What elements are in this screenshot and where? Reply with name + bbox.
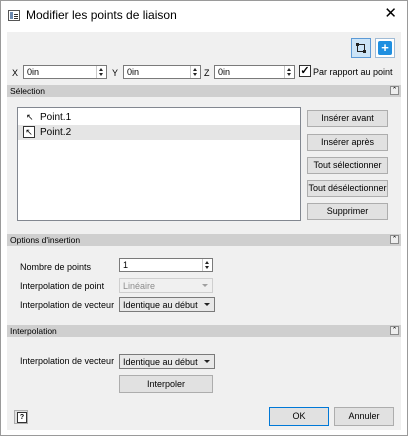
insertion-vector-interp-value: Identique au début [123,300,198,310]
app-icon [8,10,20,21]
window-title: Modifier les points de liaison [26,8,177,22]
points-list[interactable]: ↖ Point.1 ↖ Point.2 [17,107,301,221]
ok-button[interactable]: OK [269,407,329,426]
selection-header-label: Sélection [10,86,45,96]
help-button[interactable]: ? [14,410,28,424]
point-icon: ↖ [23,126,35,138]
insert-before-button[interactable]: Insérer avant [307,110,388,127]
interp-vector-interp-value: Identique au début [123,357,198,367]
y-label: Y [112,68,119,78]
num-points-spinner-icon[interactable] [202,259,212,271]
num-points-field[interactable]: 1 [119,258,213,272]
select-all-button[interactable]: Tout sélectionner [307,157,388,174]
num-points-value: 1 [123,260,129,270]
interp-vector-interp-label: Interpolation de vecteur [20,356,115,366]
collapse-icon[interactable]: ⌃ [390,235,399,244]
list-item[interactable]: ↖ Point.1 [18,110,300,125]
z-value: 0in [218,67,231,77]
insertion-vector-interp-select[interactable]: Identique au début [119,297,215,312]
list-item[interactable]: ↖ Point.2 [18,125,300,140]
point-label: Point.1 [40,112,72,123]
interpolate-button[interactable]: Interpoler [119,375,213,393]
point-interp-value: Linéaire [123,281,156,291]
close-icon[interactable]: ✕ [384,6,397,21]
num-points-label: Nombre de points [20,262,92,272]
point-interp-select: Linéaire [119,278,213,293]
selection-section-header[interactable]: Sélection ⌃ [7,85,401,97]
interpolation-header-label: Interpolation [10,326,57,336]
title-bar: Modifier les points de liaison ✕ [1,1,407,31]
x-field[interactable]: 0in [23,65,107,79]
point-label: Point.2 [40,127,72,138]
delete-button[interactable]: Supprimer [307,203,388,220]
relative-label: Par rapport au point [313,67,393,77]
deselect-all-button[interactable]: Tout désélectionner [307,180,388,197]
y-spinner-icon[interactable] [190,66,200,78]
dialog-window: Modifier les points de liaison ✕ + X 0in… [0,0,408,436]
insert-after-button[interactable]: Insérer après [307,134,388,151]
x-label: X [12,68,19,78]
add-point-icon: + [378,41,392,55]
interp-vector-interp-select[interactable]: Identique au début [119,354,215,369]
add-point-button[interactable]: + [375,38,395,58]
interpolation-section-header[interactable]: Interpolation ⌃ [7,325,401,337]
z-label: Z [204,68,210,78]
help-icon: ? [17,412,27,423]
point-interp-label: Interpolation de point [20,281,105,291]
collapse-icon[interactable]: ⌃ [390,86,399,95]
insertion-header-label: Options d'insertion [10,235,81,245]
y-value: 0in [127,67,140,77]
dialog-body: + X 0in Y 0in Z 0in ✓ Par rapport au poi… [7,32,401,430]
collapse-icon[interactable]: ⌃ [390,326,399,335]
relative-checkbox[interactable]: ✓ [299,65,311,77]
z-field[interactable]: 0in [214,65,295,79]
insertion-vector-interp-label: Interpolation de vecteur [20,300,115,310]
chevron-down-icon [204,360,210,363]
cancel-button[interactable]: Annuler [334,407,394,426]
y-field[interactable]: 0in [123,65,201,79]
chevron-down-icon [204,303,210,306]
insertion-section-header[interactable]: Options d'insertion ⌃ [7,234,401,246]
x-spinner-icon[interactable] [96,66,106,78]
x-value: 0in [27,67,40,77]
z-spinner-icon[interactable] [284,66,294,78]
select-points-icon [356,43,366,53]
select-points-button[interactable] [351,38,371,58]
chevron-down-icon [202,284,208,287]
point-icon: ↖ [26,112,34,122]
